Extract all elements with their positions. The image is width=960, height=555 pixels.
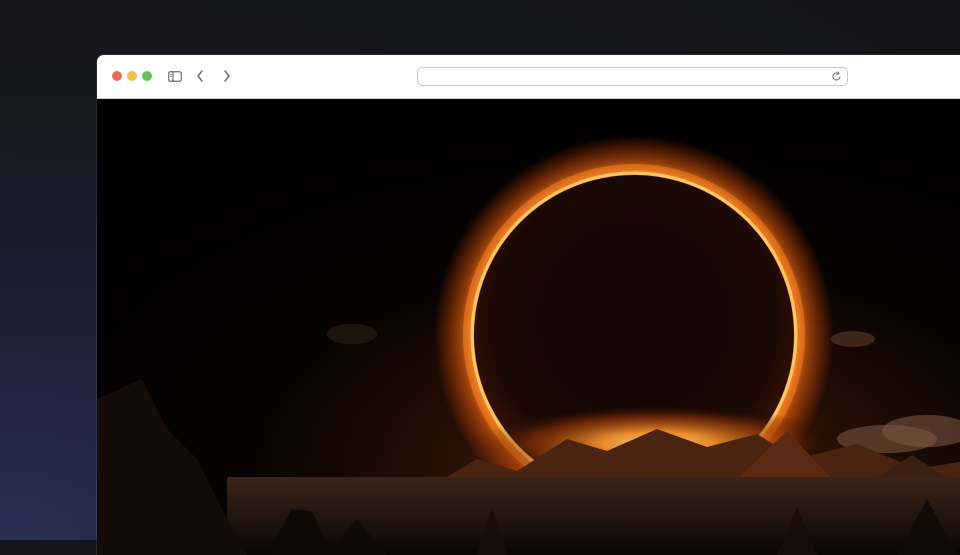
reload-icon[interactable] — [830, 70, 843, 83]
zoom-window-button[interactable] — [142, 71, 152, 81]
browser-window — [97, 55, 960, 555]
sidebar-toggle-icon[interactable] — [165, 66, 185, 86]
close-window-button[interactable] — [112, 71, 122, 81]
forward-chevron-icon[interactable] — [217, 66, 237, 86]
browser-toolbar — [97, 55, 960, 99]
url-input[interactable] — [418, 69, 834, 87]
page-content — [97, 99, 960, 555]
address-bar[interactable] — [417, 67, 848, 87]
minimize-window-button[interactable] — [127, 71, 137, 81]
eclipse-landscape-image — [97, 99, 960, 555]
back-chevron-icon[interactable] — [190, 66, 210, 86]
